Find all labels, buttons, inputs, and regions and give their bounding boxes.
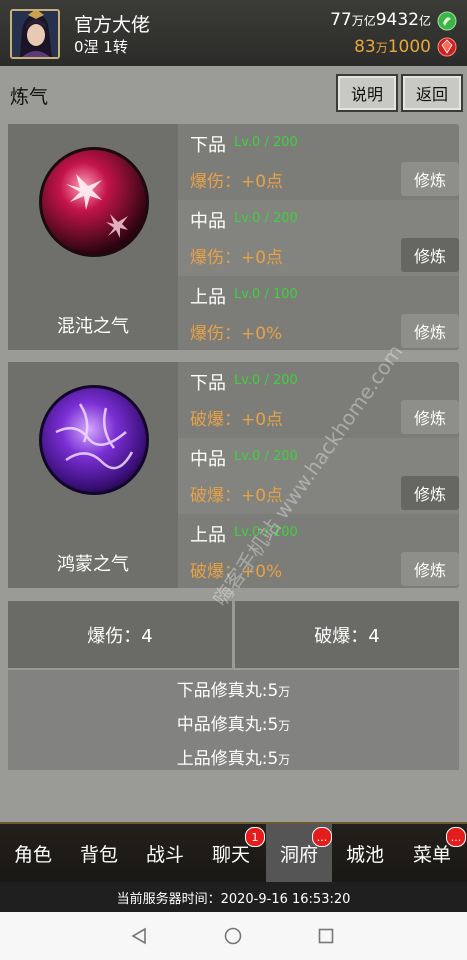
nav-battle[interactable]: 战斗	[132, 824, 198, 882]
stat-text: 爆伤：+0点	[190, 248, 284, 268]
back-button[interactable]: 返回	[401, 74, 463, 112]
chat-notification-badge: 1	[245, 827, 265, 847]
level-text: Lv.0 / 200	[234, 211, 298, 226]
train-button[interactable]: 修炼	[401, 238, 459, 272]
hongmeng-qi-row-low: 下品 Lv.0 / 200 破爆：+0点 修炼	[178, 362, 459, 438]
train-button[interactable]: 修炼	[401, 400, 459, 434]
pill-cost-high: 上品修真丸:5万	[8, 744, 459, 769]
chaos-qi-row-high: 上品 Lv.0 / 100 爆伤：+0% 修炼	[178, 276, 459, 350]
chaos-qi-orb-cell: 混沌之气	[8, 124, 178, 350]
home-circle-icon[interactable]	[224, 927, 242, 945]
stat-text: 破爆：+0点	[190, 410, 284, 430]
grade-label: 上品	[190, 287, 226, 308]
player-avatar[interactable]	[10, 9, 60, 59]
pill-cost-mid: 中品修真丸:5万	[8, 710, 459, 735]
player-rank: 0涅 1转	[74, 38, 128, 56]
pill-cost-label: 下品修真丸:5	[176, 681, 279, 701]
red-gem-icon	[437, 37, 457, 57]
chaos-orb-icon	[39, 147, 149, 257]
hongmeng-qi-name: 鸿蒙之气	[57, 554, 129, 575]
recents-square-icon[interactable]	[318, 928, 334, 944]
pill-cost-unit: 万	[278, 719, 291, 733]
level-text: Lv.0 / 100	[234, 287, 298, 302]
crit-damage-total: 爆伤：4	[8, 601, 232, 668]
train-button[interactable]: 修炼	[401, 162, 459, 196]
currency-jade: 77万亿9432亿	[330, 10, 431, 30]
nav-bag[interactable]: 背包	[66, 824, 132, 882]
explain-button[interactable]: 说明	[336, 74, 398, 112]
page-title: 炼气	[10, 86, 49, 108]
back-triangle-icon[interactable]	[130, 927, 148, 945]
server-time: 当前服务器时间：2020-9-16 16:53:20	[0, 882, 467, 912]
nav-role[interactable]: 角色	[0, 824, 66, 882]
train-button[interactable]: 修炼	[401, 552, 459, 586]
pill-cost-unit: 万	[278, 685, 291, 699]
crit-break-total: 破爆：4	[235, 601, 459, 668]
grade-label: 上品	[190, 525, 226, 546]
stat-text: 爆伤：+0%	[190, 324, 283, 344]
bottom-nav: 角色 背包 战斗 聊天 洞府 城池 菜单	[0, 822, 467, 882]
stat-text: 爆伤：+0点	[190, 172, 284, 192]
android-nav-bar	[0, 912, 467, 960]
chaos-qi-row-low: 下品 Lv.0 / 200 爆伤：+0点 修炼	[178, 124, 459, 200]
level-text: Lv.0 / 200	[234, 135, 298, 150]
train-button[interactable]: 修炼	[401, 476, 459, 510]
hongmeng-orb-icon	[39, 385, 149, 495]
currency-jade-b: 9432	[375, 10, 419, 30]
menu-notification-badge: ...	[446, 827, 466, 847]
jade-icon	[437, 11, 457, 31]
currency-jade-a: 77	[330, 10, 352, 30]
pill-cost-list: 下品修真丸:5万 中品修真丸:5万 上品修真丸:5万	[8, 670, 459, 770]
cave-notification-badge: ...	[312, 827, 332, 847]
currency-gem: 83万1000	[354, 37, 431, 57]
pill-cost-unit: 万	[278, 753, 291, 767]
player-name: 官方大佬	[74, 14, 151, 36]
grade-label: 下品	[190, 373, 226, 394]
nav-city[interactable]: 城池	[332, 824, 398, 882]
pill-cost-label: 上品修真丸:5	[176, 749, 279, 769]
grade-label: 下品	[190, 135, 226, 156]
chaos-qi-panel: 混沌之气 下品 Lv.0 / 200 爆伤：+0点 修炼 中品 Lv.0 / 2…	[8, 124, 459, 350]
pill-cost-low: 下品修真丸:5万	[8, 676, 459, 701]
level-text: Lv.0 / 200	[234, 449, 298, 464]
currency-jade-a-unit: 万亿	[351, 14, 376, 28]
stat-summary: 爆伤：4 破爆：4	[8, 601, 459, 668]
currency-gem-b: 1000	[387, 37, 431, 57]
hongmeng-qi-orb-cell: 鸿蒙之气	[8, 362, 178, 588]
pill-cost-label: 中品修真丸:5	[176, 715, 279, 735]
avatar-portrait-icon	[12, 11, 58, 57]
chaos-qi-row-mid: 中品 Lv.0 / 200 爆伤：+0点 修炼	[178, 200, 459, 276]
currency-gem-a-unit: 万	[375, 41, 388, 55]
currency-gem-a: 83	[354, 37, 376, 57]
train-button[interactable]: 修炼	[401, 314, 459, 348]
level-text: Lv.0 / 200	[234, 373, 298, 388]
grade-label: 中品	[190, 211, 226, 232]
currency-jade-b-unit: 亿	[418, 14, 431, 28]
chaos-qi-name: 混沌之气	[57, 316, 129, 337]
grade-label: 中品	[190, 449, 226, 470]
